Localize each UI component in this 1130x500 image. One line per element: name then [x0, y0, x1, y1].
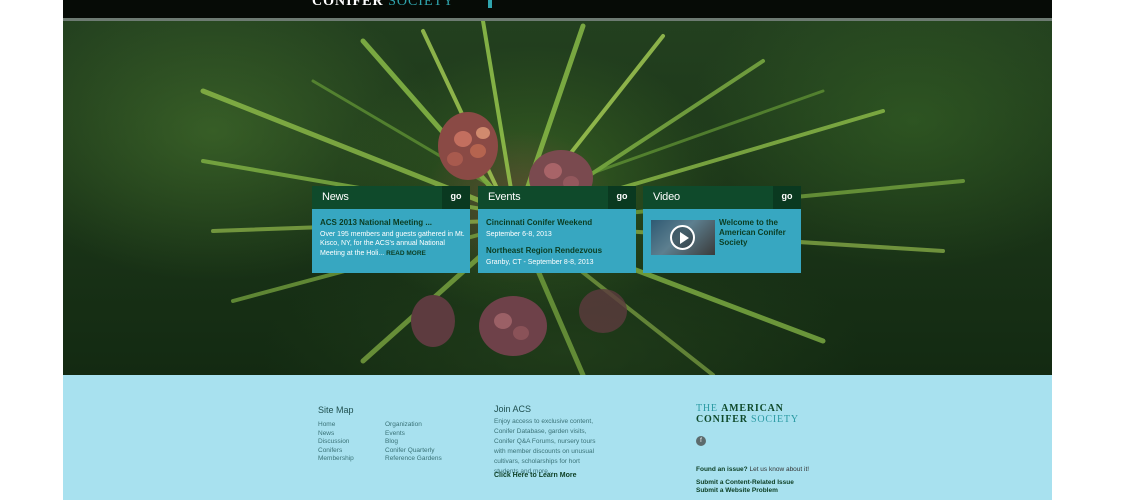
- video-caption-link[interactable]: Welcome to the American Conifer Society: [719, 218, 795, 248]
- join-learn-more-link[interactable]: Click Here to Learn More: [494, 472, 576, 479]
- event2-title-link[interactable]: Northeast Region Rendezvous: [486, 246, 602, 255]
- events-card-header: Events go: [478, 186, 636, 209]
- news-card: News go ACS 2013 National Meeting ... Ov…: [312, 186, 470, 273]
- play-icon[interactable]: [670, 225, 695, 250]
- video-thumbnail[interactable]: [651, 220, 715, 255]
- sitemap-link-conifer-quarterly[interactable]: Conifer Quarterly: [385, 447, 435, 454]
- footer-logo-the: THE: [696, 403, 718, 414]
- sitemap-link-discussion[interactable]: Discussion: [318, 438, 349, 445]
- site-logo[interactable]: CONIFER SOCIETY: [312, 0, 454, 10]
- video-card: Video go Welcome to the American Conifer…: [643, 186, 801, 273]
- news-excerpt: Over 195 members and guests gathered in …: [320, 230, 468, 258]
- sitemap-heading: Site Map: [318, 405, 354, 415]
- join-description: Enjoy access to exclusive content, Conif…: [494, 418, 596, 475]
- events-go-button[interactable]: go: [608, 186, 636, 209]
- news-read-more-link[interactable]: READ MORE: [386, 250, 426, 257]
- logo-word-society: SOCIETY: [388, 0, 455, 9]
- top-bar: CONIFER SOCIETY: [63, 0, 1052, 18]
- event1-date: September 6-8, 2013: [486, 231, 552, 238]
- events-card: Events go Cincinnati Conifer Weekend Sep…: [478, 186, 636, 273]
- event1-title-link[interactable]: Cincinnati Conifer Weekend: [486, 218, 592, 227]
- news-go-button[interactable]: go: [442, 186, 470, 209]
- sitemap-link-organization[interactable]: Organization: [385, 421, 422, 428]
- footer-logo[interactable]: THE AMERICAN CONIFER SOCIETY: [696, 403, 799, 425]
- event2-date: Granby, CT - September 8-8, 2013: [486, 259, 594, 266]
- video-card-body: Welcome to the American Conifer Society: [643, 209, 801, 273]
- events-card-body: Cincinnati Conifer Weekend September 6-8…: [478, 209, 636, 273]
- sitemap-link-reference-gardens[interactable]: Reference Gardens: [385, 455, 442, 462]
- join-heading: Join ACS: [494, 404, 532, 414]
- news-card-body: ACS 2013 National Meeting ... Over 195 m…: [312, 209, 470, 273]
- sitemap-link-membership[interactable]: Membership: [318, 455, 354, 462]
- news-card-title: News: [322, 191, 349, 203]
- page: CONIFER SOCIETY News go ACS 2013 Nationa…: [63, 0, 1052, 500]
- issue-prompt-rest: Let us know about it!: [747, 466, 810, 473]
- video-card-title: Video: [653, 191, 680, 203]
- news-headline-link[interactable]: ACS 2013 National Meeting ...: [320, 218, 432, 227]
- video-card-header: Video go: [643, 186, 801, 209]
- sitemap-link-news[interactable]: News: [318, 430, 334, 437]
- sitemap-link-conifers[interactable]: Conifers: [318, 447, 342, 454]
- news-card-header: News go: [312, 186, 470, 209]
- issue-prompt: Found an issue? Let us know about it!: [696, 466, 809, 473]
- events-card-title: Events: [488, 191, 521, 203]
- footer: Site Map Home News Discussion Conifers M…: [63, 375, 1052, 500]
- submit-website-problem-link[interactable]: Submit a Website Problem: [696, 487, 778, 494]
- sitemap-link-blog[interactable]: Blog: [385, 438, 398, 445]
- logo-word-conifer: CONIFER: [312, 0, 384, 9]
- footer-logo-conifer: CONIFER: [696, 414, 748, 425]
- sitemap-link-events[interactable]: Events: [385, 430, 405, 437]
- sitemap-link-home[interactable]: Home: [318, 421, 335, 428]
- issue-prompt-bold: Found an issue?: [696, 466, 748, 473]
- footer-logo-american: AMERICAN: [721, 403, 784, 414]
- video-go-button[interactable]: go: [773, 186, 801, 209]
- footer-logo-society: SOCIETY: [751, 414, 799, 425]
- nav-active-marker: [488, 0, 492, 8]
- facebook-icon[interactable]: f: [696, 436, 706, 446]
- submit-content-issue-link[interactable]: Submit a Content-Related Issue: [696, 479, 794, 486]
